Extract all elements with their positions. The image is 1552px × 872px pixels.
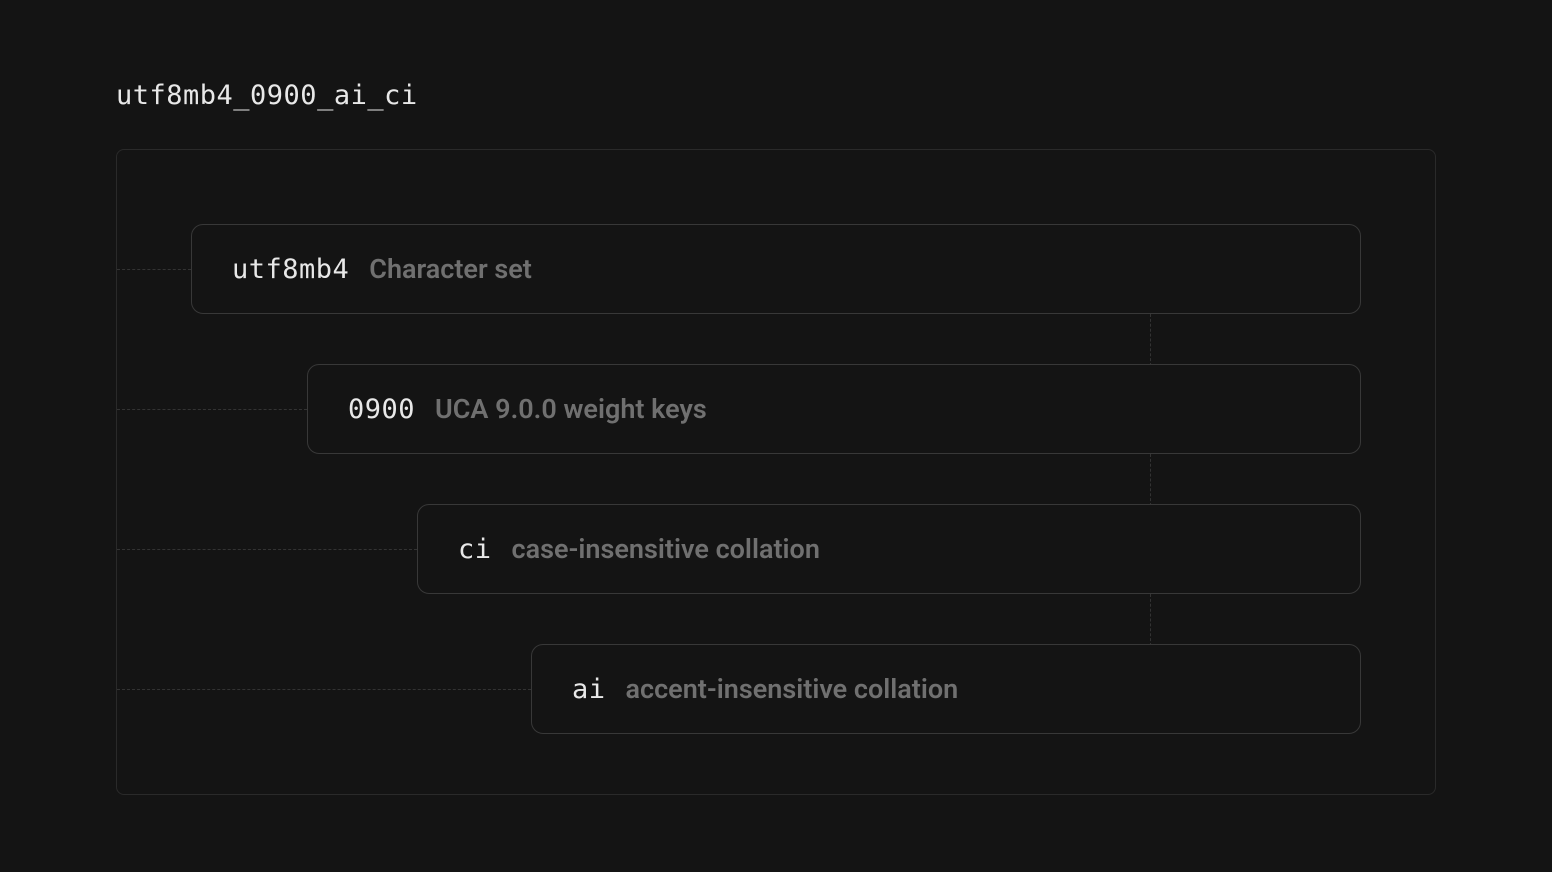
breakdown-panel: utf8mb4 Character set 0900 UCA 9.0.0 wei…: [116, 149, 1436, 795]
segment-box-accent: ai accent-insensitive collation: [531, 644, 1361, 734]
segment-description: UCA 9.0.0 weight keys: [435, 393, 707, 425]
segment-description: Character set: [369, 253, 532, 285]
segment-row-accent: ai accent-insensitive collation: [191, 644, 1361, 734]
collation-title: utf8mb4_0900_ai_ci: [116, 80, 1436, 111]
connector-line-vertical: [1150, 594, 1151, 646]
segment-box-case: ci case-insensitive collation: [417, 504, 1361, 594]
diagram-container: utf8mb4_0900_ai_ci utf8mb4 Character set…: [0, 0, 1552, 795]
segment-code: ai: [572, 674, 606, 705]
connector-line: [117, 549, 417, 550]
segment-box-uca: 0900 UCA 9.0.0 weight keys: [307, 364, 1361, 454]
segment-description: case-insensitive collation: [512, 533, 820, 565]
connector-line: [117, 409, 307, 410]
segment-row-uca: 0900 UCA 9.0.0 weight keys: [191, 364, 1361, 454]
segment-description: accent-insensitive collation: [626, 673, 959, 705]
segment-box-charset: utf8mb4 Character set: [191, 224, 1361, 314]
connector-line: [117, 689, 531, 690]
connector-line: [117, 269, 191, 270]
connector-line-vertical: [1150, 454, 1151, 506]
segment-code: utf8mb4: [232, 254, 349, 285]
segment-row-charset: utf8mb4 Character set: [191, 224, 1361, 314]
segment-row-case: ci case-insensitive collation: [191, 504, 1361, 594]
connector-line-vertical: [1150, 314, 1151, 366]
segment-code: 0900: [348, 394, 415, 425]
segment-code: ci: [458, 534, 492, 565]
